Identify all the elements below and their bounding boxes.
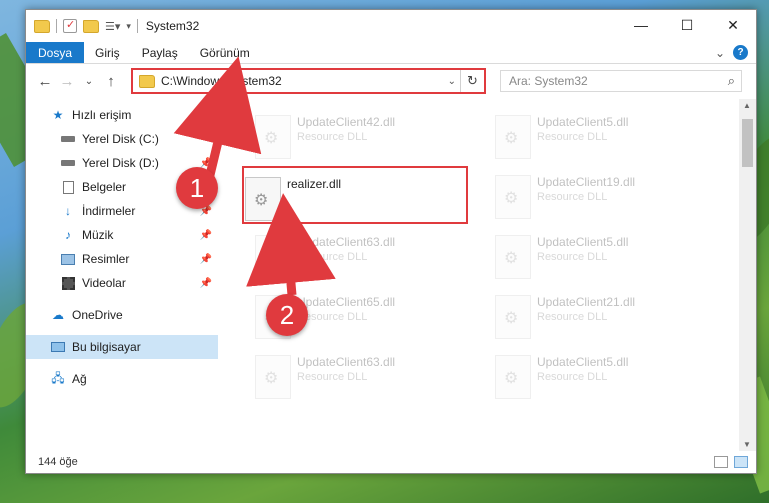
arrow-to-address-bar <box>173 56 262 177</box>
step-2-badge: 2 <box>266 294 308 336</box>
step-1-badge: 1 <box>176 167 218 209</box>
annotation-arrows <box>173 56 336 296</box>
arrow-to-file <box>246 193 336 296</box>
